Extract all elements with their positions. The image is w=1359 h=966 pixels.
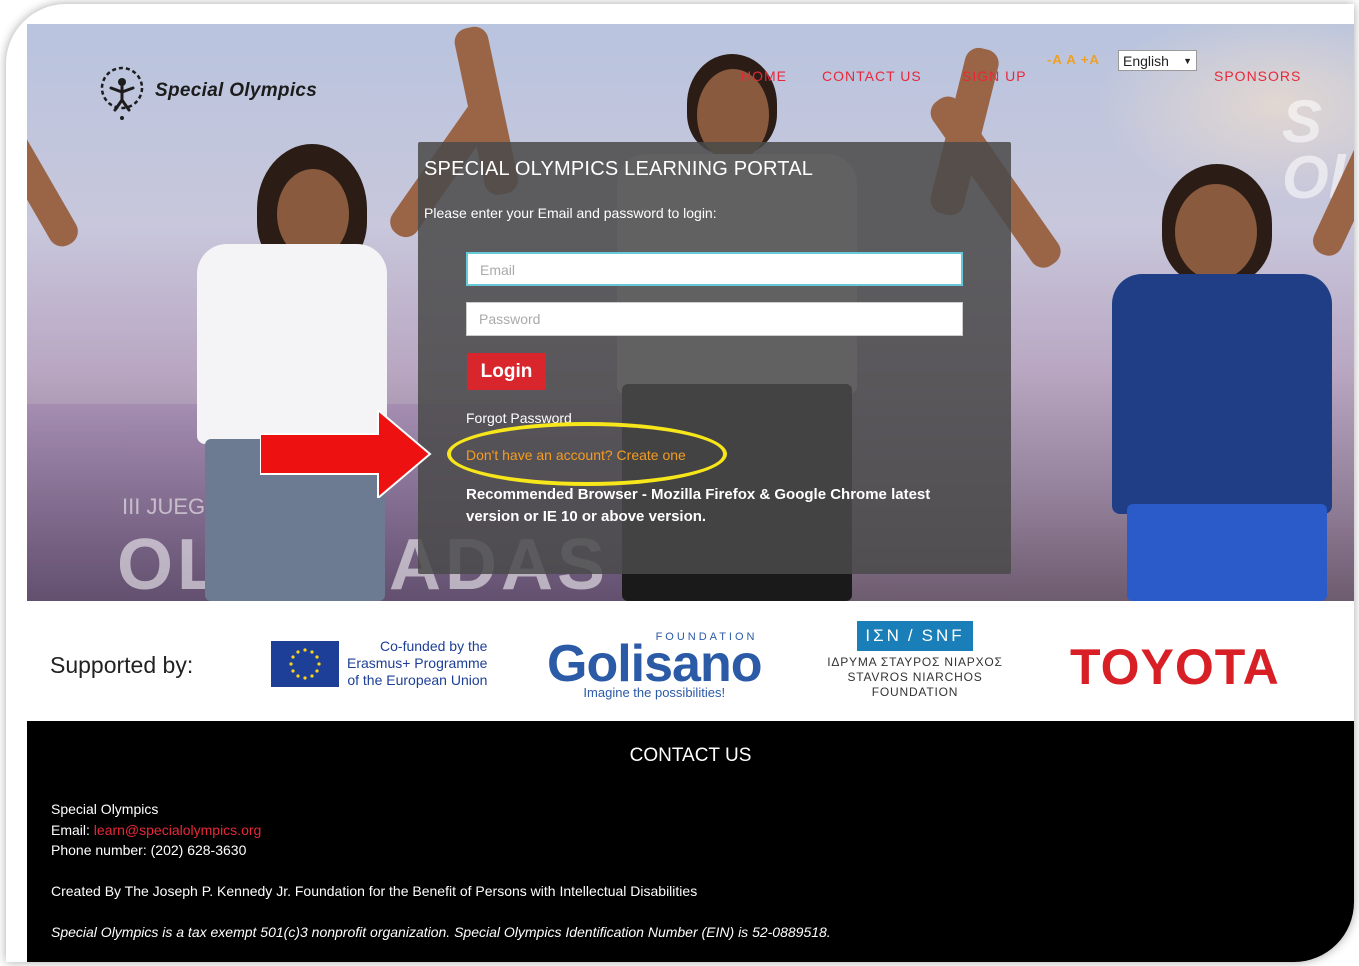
nav-home[interactable]: HOME: [741, 68, 787, 84]
nav-contact-us[interactable]: CONTACT US: [822, 68, 922, 84]
eu-erasmus-logo: Co-funded by the Erasmus+ Programme of t…: [271, 638, 487, 689]
snf-foundation-name: ΙΔΡΥΜΑ ΣΤΑΥΡΟΣ ΝΙΑΡΧΟΣ STAVROS NIARCHOS …: [823, 655, 1007, 700]
portal-title: SPECIAL OLYMPICS LEARNING PORTAL: [424, 158, 814, 180]
athlete-right: [925, 24, 1354, 601]
eu-flag-icon: [271, 640, 339, 687]
eu-funding-text: Co-funded by the Erasmus+ Programme of t…: [347, 638, 487, 689]
annotation-arrow-icon: [259, 407, 435, 503]
footer-tax-notice: Special Olympics is a tax exempt 501(c)3…: [51, 924, 831, 940]
sponsors-strip: Supported by: Co-funded by the Erasmus+ …: [27, 601, 1354, 721]
footer-email-line: Email: learn@specialolympics.org: [51, 822, 261, 838]
footer: CONTACT US Special Olympics Email: learn…: [27, 721, 1354, 962]
golisano-name: Golisano: [547, 635, 762, 693]
hero-banner: III JUEGOS DAMERIC OLIMPIADAS SOl: [27, 24, 1354, 601]
golisano-foundation-logo: FOUNDATION Golisano Imagine the possibil…: [547, 631, 762, 700]
login-button[interactable]: Login: [467, 353, 546, 390]
footer-contact-title: CONTACT US: [629, 745, 752, 766]
snf-line: FOUNDATION: [871, 685, 959, 699]
login-instructions: Please enter your Email and password to …: [424, 205, 717, 221]
footer-email-label: Email:: [51, 822, 90, 838]
snf-greek-letters: ΙΣΝ: [865, 626, 902, 645]
email-input[interactable]: Email: [466, 252, 963, 286]
footer-phone: Phone number: (202) 628-3630: [51, 842, 247, 858]
site-logo[interactable]: Special Olympics: [97, 58, 317, 124]
nav-sponsors[interactable]: SPONSORS: [1214, 68, 1301, 84]
footer-email-link[interactable]: learn@specialolympics.org: [94, 822, 262, 838]
eu-text-line: Erasmus+ Programme: [347, 655, 488, 671]
logo-text: Special Olympics: [155, 80, 318, 101]
footer-org-name: Special Olympics: [51, 801, 159, 817]
nav-sign-up[interactable]: SIGN UP: [962, 68, 1027, 84]
snf-line: ΙΔΡΥΜΑ ΣΤΑΥΡΟΣ ΝΙΑΡΧΟΣ: [827, 655, 1003, 669]
language-select[interactable]: English ▼: [1118, 50, 1197, 71]
special-olympics-emblem-icon: [97, 58, 147, 124]
footer-created-by: Created By The Joseph P. Kennedy Jr. Fou…: [51, 883, 698, 899]
toyota-logo: TOYOTA: [1070, 639, 1280, 695]
page: III JUEGOS DAMERIC OLIMPIADAS SOl: [27, 24, 1354, 962]
password-input[interactable]: Password: [466, 302, 963, 336]
eu-text-line: of the European Union: [347, 672, 488, 688]
snf-line: STAVROS NIARCHOS: [847, 670, 983, 684]
snf-badge: ΙΣΝ / SNF: [857, 621, 973, 651]
annotation-highlight-ellipse: [447, 422, 727, 486]
eu-text-line: Co-funded by the: [380, 638, 488, 654]
screenshot-frame: III JUEGOS DAMERIC OLIMPIADAS SOl: [6, 4, 1354, 962]
supported-by-label: Supported by:: [50, 652, 194, 678]
login-panel: SPECIAL OLYMPICS LEARNING PORTAL Please …: [418, 142, 1011, 574]
chevron-down-icon: ▼: [1183, 55, 1192, 66]
snf-logo: ΙΣΝ / SNF ΙΔΡΥΜΑ ΣΤΑΥΡΟΣ ΝΙΑΡΧΟΣ STAVROS…: [823, 621, 1007, 700]
language-value: English: [1123, 52, 1169, 69]
snf-latin-letters: SNF: [921, 626, 965, 645]
font-size-controls[interactable]: -A A +A: [1047, 52, 1100, 67]
browser-recommendation: Recommended Browser - Mozilla Firefox & …: [466, 486, 931, 525]
